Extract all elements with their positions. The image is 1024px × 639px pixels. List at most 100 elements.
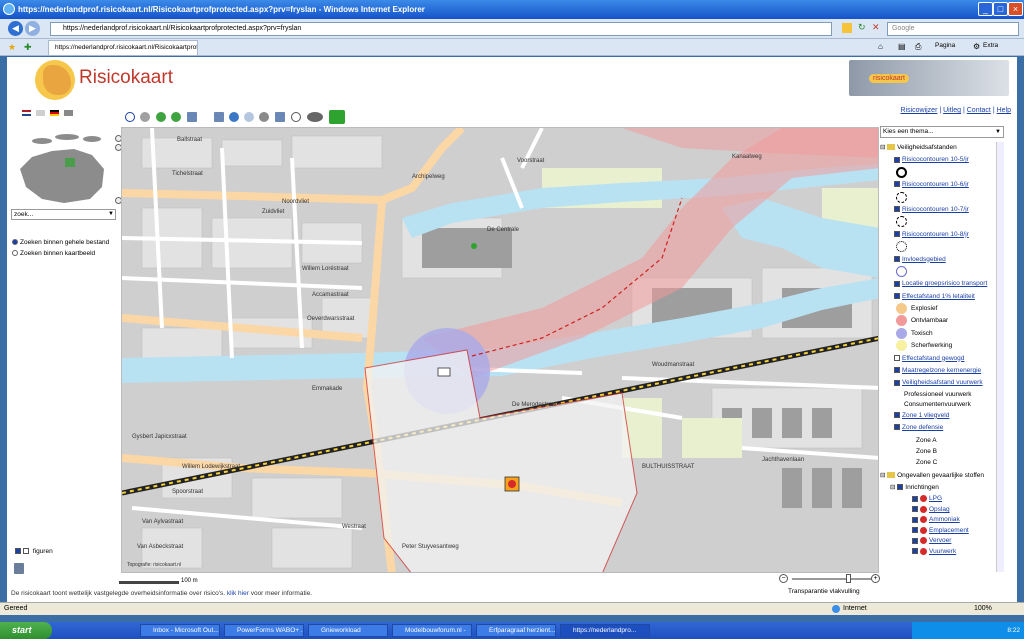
- legend-checkbox[interactable]: [912, 506, 918, 513]
- legend-checkbox[interactable]: [894, 424, 900, 431]
- browser-tab[interactable]: https://nederlandprof.risicokaart.nl/Ris…: [48, 40, 198, 55]
- legend-checkbox[interactable]: [894, 231, 900, 238]
- legend-inrichting[interactable]: LPG: [880, 494, 996, 505]
- legend-item-label[interactable]: Veiligheidsafstand vuurwerk: [902, 379, 983, 386]
- zoom-out-icon[interactable]: [171, 112, 181, 122]
- flag-fy-icon[interactable]: [36, 110, 45, 116]
- layers-icon[interactable]: [329, 110, 345, 124]
- favorites-star-icon[interactable]: ★: [8, 42, 16, 53]
- full-extent-icon[interactable]: [214, 112, 224, 122]
- legend-group-inrichtingen[interactable]: ⊟ Inrichtingen: [880, 482, 996, 494]
- legend-item[interactable]: Effectafstand gewogd: [880, 353, 996, 365]
- legend-inrichting-label[interactable]: Vuurwerk: [929, 548, 956, 555]
- transparency-minus-icon[interactable]: −: [779, 574, 788, 583]
- legend-item[interactable]: Locatie groepsrisico transport: [880, 278, 996, 290]
- legend-inrichting[interactable]: Ammoniak: [880, 515, 996, 526]
- page-menu[interactable]: Pagina: [935, 42, 955, 49]
- legend-item-label[interactable]: Zone 1 vliegveld: [902, 412, 949, 419]
- legend-scrollbar[interactable]: [996, 142, 1004, 572]
- legend-item[interactable]: Zone defensie: [880, 422, 996, 434]
- print-map-icon[interactable]: [275, 112, 285, 122]
- task-item-active[interactable]: https://nederlandpro...: [560, 624, 650, 637]
- legend-item-label[interactable]: Risicocontouren 10-8/jr: [902, 231, 969, 238]
- clear-icon[interactable]: [259, 112, 269, 122]
- search-field[interactable]: zoek... ▼: [11, 209, 116, 220]
- tools-icon[interactable]: ⚙: [973, 42, 980, 51]
- link-risicowijzer[interactable]: Risicowijzer: [900, 107, 937, 114]
- radio-map-view[interactable]: Zoeken binnen kaartbeeld: [12, 250, 95, 257]
- theme-select[interactable]: Kies een thema... ▼: [880, 126, 1004, 138]
- legend-item[interactable]: Risicocontouren 10-5/jr: [880, 154, 996, 166]
- transparency-slider-handle[interactable]: [846, 574, 851, 583]
- legend-checkbox[interactable]: [894, 292, 900, 299]
- legend-item[interactable]: Effectafstand 1% letaliteit: [880, 291, 996, 303]
- legend-item-label[interactable]: Risicocontouren 10-6/jr: [902, 181, 969, 188]
- disclaimer-link[interactable]: klik hier: [227, 590, 249, 597]
- maximize-button[interactable]: □: [993, 2, 1008, 16]
- legend-item[interactable]: Risicocontouren 10-6/jr: [880, 179, 996, 191]
- feeds-icon[interactable]: ▤: [898, 42, 906, 51]
- forward-icon[interactable]: ▶: [25, 21, 40, 36]
- add-favorite-icon[interactable]: ✚: [24, 42, 32, 53]
- legend-inrichting[interactable]: Emplacement: [880, 526, 996, 537]
- chevron-down-icon[interactable]: ▼: [995, 127, 1001, 137]
- transparency-slider[interactable]: [792, 578, 872, 580]
- pan-hand-icon[interactable]: [140, 112, 150, 122]
- legend-checkbox[interactable]: [894, 181, 900, 188]
- legend-inrichting[interactable]: Opslag: [880, 505, 996, 516]
- legend-inrichting-label[interactable]: Ammoniak: [929, 516, 960, 523]
- legend-checkbox[interactable]: [894, 379, 900, 386]
- link-uitleg[interactable]: Uitleg: [943, 107, 961, 114]
- legend-item[interactable]: Invloedsgebied: [880, 254, 996, 266]
- link-help[interactable]: Help: [997, 107, 1011, 114]
- legend-item[interactable]: Veiligheidsafstand vuurwerk: [880, 377, 996, 389]
- close-button[interactable]: ×: [1008, 2, 1023, 16]
- refresh-icon[interactable]: ↻: [858, 22, 866, 33]
- legend-item-label[interactable]: Zone defensie: [902, 424, 943, 431]
- legend-checkbox[interactable]: [894, 280, 900, 287]
- legend-checkbox[interactable]: [912, 527, 918, 534]
- legend-checkbox[interactable]: [912, 495, 918, 502]
- legend-group-ongevallen[interactable]: ⊟ Ongevallen gevaarlijke stoffen: [880, 470, 996, 482]
- status-zoom[interactable]: 100%: [974, 603, 992, 615]
- extra-menu[interactable]: Extra: [983, 42, 998, 49]
- legend-inrichting-label[interactable]: Vervoer: [929, 537, 951, 544]
- legend-inrichting-label[interactable]: LPG: [929, 495, 942, 502]
- legend-checkbox[interactable]: [894, 412, 900, 419]
- lock-icon[interactable]: [842, 23, 852, 33]
- legend-checkbox[interactable]: [912, 537, 918, 544]
- task-item[interactable]: Erfparagraaf herzient...: [476, 624, 556, 637]
- flag-nl-icon[interactable]: [22, 110, 31, 116]
- link-contact[interactable]: Contact: [967, 107, 991, 114]
- task-item[interactable]: Inbox - Microsoft Out...: [140, 624, 220, 637]
- task-item[interactable]: Gnieworkload: [308, 624, 388, 637]
- chevron-down-icon[interactable]: ▼: [108, 210, 114, 219]
- legend-item-label[interactable]: Invloedsgebied: [902, 256, 946, 263]
- legend-item-label[interactable]: Risicocontouren 10-7/jr: [902, 206, 969, 213]
- transparency-plus-icon[interactable]: +: [871, 574, 880, 583]
- legend-checkbox[interactable]: [912, 516, 918, 523]
- next-extent-icon[interactable]: [244, 112, 254, 122]
- flag-en-icon[interactable]: [64, 110, 73, 116]
- legend-checkbox[interactable]: [894, 206, 900, 213]
- legend-inrichting[interactable]: Vervoer: [880, 536, 996, 547]
- legend-checkbox[interactable]: [894, 156, 900, 163]
- back-icon[interactable]: ◀: [8, 21, 23, 36]
- url-field[interactable]: https://nederlandprof.risicokaart.nl/Ris…: [50, 22, 832, 36]
- upload-icon[interactable]: [187, 112, 197, 122]
- legend-checkbox[interactable]: [894, 367, 900, 374]
- map-view[interactable]: De Centrale Ballstraat Tichelstraat Noor…: [121, 127, 879, 573]
- task-item[interactable]: PowerForms WABO+ ...: [224, 624, 304, 637]
- legend-item-label[interactable]: Effectafstand 1% letaliteit: [902, 293, 975, 300]
- legend-inrichting[interactable]: Vuurwerk: [880, 547, 996, 558]
- print-icon[interactable]: ⎙: [915, 42, 921, 52]
- task-item[interactable]: Modelbouwforum.nl -: [392, 624, 472, 637]
- legend-inrichting-label[interactable]: Opslag: [929, 506, 950, 513]
- info-icon[interactable]: [125, 112, 135, 122]
- radio-whole-dataset[interactable]: Zoeken binnen gehele bestand: [12, 239, 109, 246]
- legend-inrichting-label[interactable]: Emplacement: [929, 527, 969, 534]
- overview-map[interactable]: [12, 129, 112, 211]
- legend-item-label[interactable]: Maatregelzone kernenergie: [902, 367, 981, 374]
- legend-item-label[interactable]: Risicocontouren 10-5/jr: [902, 156, 969, 163]
- binoculars-icon[interactable]: [307, 112, 323, 122]
